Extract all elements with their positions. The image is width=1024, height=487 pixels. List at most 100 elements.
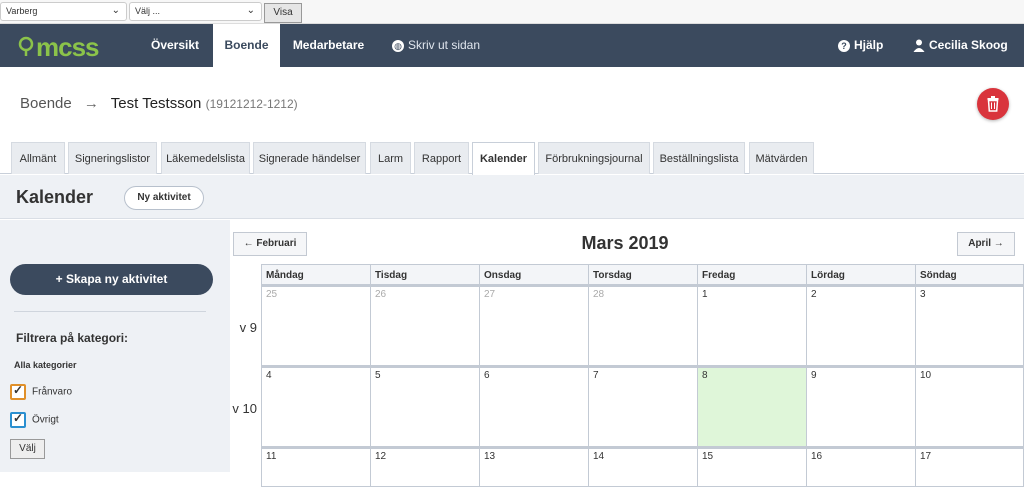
location-select[interactable]: Varberg ⌄ xyxy=(0,2,127,21)
calendar-day-cell[interactable]: 27 xyxy=(479,285,589,366)
prev-month-button[interactable]: ← Februari xyxy=(233,232,307,256)
check-icon: ✓ xyxy=(13,383,24,397)
day-number: 4 xyxy=(266,370,272,381)
day-number: 26 xyxy=(375,289,387,300)
nav-boende[interactable]: Boende xyxy=(213,24,280,67)
day-number: 3 xyxy=(920,289,926,300)
day-number: 1 xyxy=(702,289,708,300)
delete-button[interactable] xyxy=(977,88,1009,120)
day-number: 12 xyxy=(375,451,387,462)
user-icon xyxy=(913,39,925,53)
filter-title: Filtrera på kategori: xyxy=(16,331,129,345)
tab-kalender[interactable]: Kalender xyxy=(472,142,535,175)
secondary-select-value: Välj ... xyxy=(135,6,161,16)
chevron-down-icon: ⌄ xyxy=(111,5,120,16)
tab-allmant[interactable]: Allmänt xyxy=(11,142,65,174)
calendar-day-cell[interactable]: 6 xyxy=(479,366,589,447)
day-number: 14 xyxy=(593,451,605,462)
checkbox-ovrigt[interactable]: ✓ xyxy=(10,411,26,428)
category-franvaro[interactable]: ✓ Frånvaro xyxy=(10,383,73,400)
user-menu[interactable]: Cecilia Skoog xyxy=(913,24,1008,67)
resident-tabs: Allmänt Signeringslistor Läkemedelslista… xyxy=(0,142,1024,175)
day-number: 2 xyxy=(811,289,817,300)
calendar-day-cell[interactable]: 25 xyxy=(261,285,371,366)
calendar-day-cell[interactable]: 11 xyxy=(261,447,371,487)
visa-button[interactable]: Visa xyxy=(264,3,302,23)
calendar-day-cell[interactable]: 3 xyxy=(915,285,1024,366)
day-number: 10 xyxy=(920,370,932,381)
calendar-day-cell[interactable]: 8 xyxy=(697,366,807,447)
day-number: 9 xyxy=(811,370,817,381)
nav-oversikt[interactable]: Översikt xyxy=(142,24,208,67)
tab-matvarden[interactable]: Mätvärden xyxy=(749,142,814,174)
calendar-day-cell[interactable]: 14 xyxy=(588,447,698,487)
day-number: 11 xyxy=(266,451,277,462)
weekday-header-cell: Tisdag xyxy=(370,264,480,285)
page-title: Kalender xyxy=(16,187,94,207)
new-activity-button[interactable]: Ny aktivitet xyxy=(124,186,204,210)
calendar-day-cell[interactable]: 1 xyxy=(697,285,807,366)
day-number: 27 xyxy=(484,289,496,300)
tab-forbrukningsjournal[interactable]: Förbrukningsjournal xyxy=(538,142,650,174)
month-title: Mars 2019 xyxy=(581,233,669,253)
day-number: 17 xyxy=(920,451,932,462)
main-navbar: mcss Översikt Boende Medarbetare ◍ Skriv … xyxy=(0,24,1024,67)
calendar-day-cell[interactable]: 12 xyxy=(370,447,480,487)
day-number: 13 xyxy=(484,451,496,462)
check-icon: ✓ xyxy=(13,411,24,425)
calendar-day-cell[interactable]: 4 xyxy=(261,366,371,447)
tab-bestallningslista[interactable]: Beställningslista xyxy=(653,142,745,174)
chevron-down-icon: ⌄ xyxy=(246,5,255,16)
calendar-day-cell[interactable]: 26 xyxy=(370,285,480,366)
category-label: Frånvaro xyxy=(32,386,73,398)
calendar-day-cell[interactable]: 15 xyxy=(697,447,807,487)
tab-signerade-handelser[interactable]: Signerade händelser xyxy=(253,142,366,174)
question-icon: ? xyxy=(838,39,850,52)
day-number: 15 xyxy=(702,451,714,462)
all-categories-label[interactable]: Alla kategorier xyxy=(14,360,77,370)
day-number: 28 xyxy=(593,289,605,300)
tab-signeringslistor[interactable]: Signeringslistor xyxy=(68,142,157,174)
calendar-day-cell[interactable]: 5 xyxy=(370,366,480,447)
breadcrumb: Boende → Test Testsson (19121212-1212) xyxy=(20,95,298,112)
calendar-day-cell[interactable]: 16 xyxy=(806,447,916,487)
day-number: 25 xyxy=(266,289,278,300)
calendar-day-cell[interactable]: 17 xyxy=(915,447,1024,487)
trash-icon xyxy=(987,96,999,112)
globe-icon: ◍ xyxy=(392,39,404,52)
weekday-header-cell: Onsdag xyxy=(479,264,589,285)
sidebar-divider xyxy=(14,311,206,312)
breadcrumb-arrow: → xyxy=(83,95,99,112)
user-name: Cecilia Skoog xyxy=(929,38,1008,52)
top-select-bar: Varberg ⌄ Välj ... ⌄ Visa xyxy=(0,0,1024,24)
create-activity-button[interactable]: + Skapa ny aktivitet xyxy=(10,264,213,295)
breadcrumb-pnr: (19121212-1212) xyxy=(205,97,298,111)
calendar-day-cell[interactable]: 13 xyxy=(479,447,589,487)
calendar-day-cell[interactable]: 7 xyxy=(588,366,698,447)
nav-medarbetare[interactable]: Medarbetare xyxy=(286,24,371,67)
day-number: 16 xyxy=(811,451,823,462)
next-month-button[interactable]: April → xyxy=(957,232,1015,256)
day-number: 8 xyxy=(702,370,708,381)
secondary-select[interactable]: Välj ... ⌄ xyxy=(129,2,262,21)
help-link[interactable]: ? Hjälp xyxy=(838,24,883,67)
category-ovrigt[interactable]: ✓ Övrigt xyxy=(10,411,59,428)
help-label: Hjälp xyxy=(854,38,884,52)
day-number: 6 xyxy=(484,370,490,381)
week-number-label: v 10 xyxy=(232,401,257,416)
breadcrumb-person: Test Testsson xyxy=(110,95,202,112)
select-button[interactable]: Välj xyxy=(10,439,45,459)
checkbox-franvaro[interactable]: ✓ xyxy=(10,383,26,400)
tab-larm[interactable]: Larm xyxy=(370,142,411,174)
weekday-header-cell: Söndag xyxy=(915,264,1024,285)
weekday-header-cell: Måndag xyxy=(261,264,371,285)
tab-rapport[interactable]: Rapport xyxy=(414,142,469,174)
tab-lakemedelslista[interactable]: Läkemedelslista xyxy=(161,142,250,174)
calendar-day-cell[interactable]: 10 xyxy=(915,366,1024,447)
location-select-value: Varberg xyxy=(6,6,38,16)
calendar-day-cell[interactable]: 28 xyxy=(588,285,698,366)
calendar-day-cell[interactable]: 2 xyxy=(806,285,916,366)
breadcrumb-root[interactable]: Boende xyxy=(20,95,72,112)
print-page-link[interactable]: ◍ Skriv ut sidan xyxy=(392,24,480,67)
calendar-day-cell[interactable]: 9 xyxy=(806,366,916,447)
